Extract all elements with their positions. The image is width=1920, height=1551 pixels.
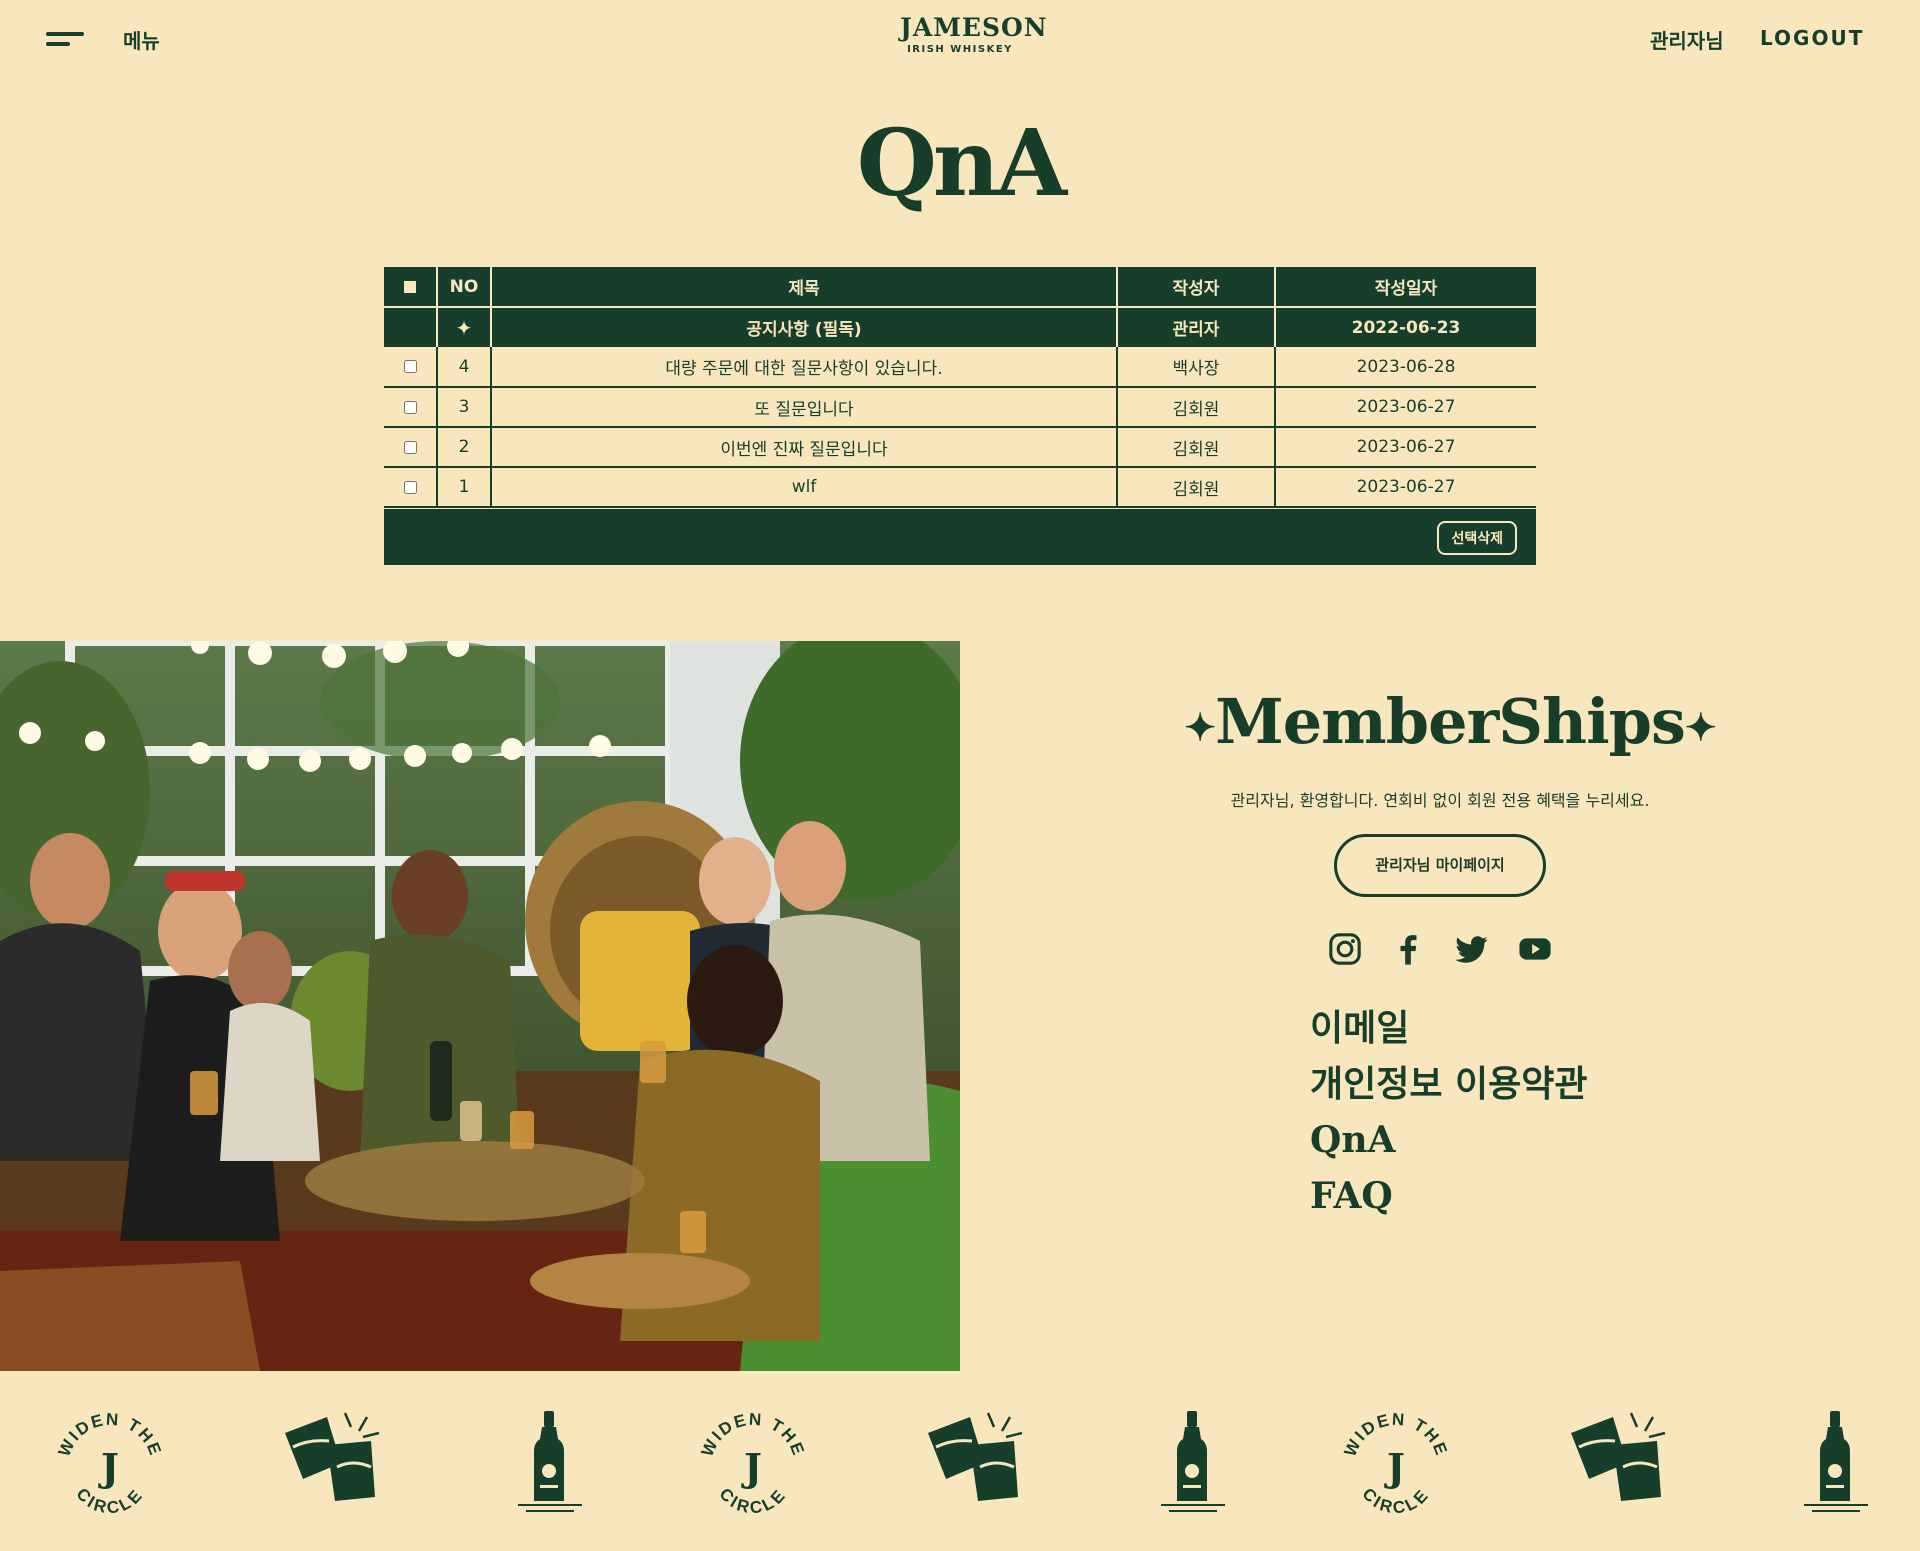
row-author: 백사장 xyxy=(1117,347,1276,388)
notice-author: 관리자 xyxy=(1117,307,1276,347)
footer-link-faq[interactable]: FAQ xyxy=(1310,1168,1588,1224)
sparkle-right-icon: ✦ xyxy=(1684,704,1717,750)
qna-table: NO 제목 작성자 작성일자 ✦ 공지사항 (필독) 관리자 2022-06-2… xyxy=(384,267,1536,508)
table-footer-bar: 선택삭제 xyxy=(384,509,1536,565)
select-all-checkbox[interactable] xyxy=(384,267,438,308)
row-author: 김회원 xyxy=(1117,467,1276,508)
logo-main-text: JAMESON xyxy=(900,13,1048,42)
hamburger-menu-icon[interactable] xyxy=(46,30,86,48)
row-checkbox[interactable] xyxy=(403,480,417,494)
footer-link-qna[interactable]: QnA xyxy=(1310,1112,1588,1168)
table-header-row: NO 제목 작성자 작성일자 xyxy=(384,267,1536,308)
memberships-title: ✦MemberShips✦ xyxy=(1180,685,1720,758)
badge-letter: J xyxy=(741,1445,762,1490)
badge-letter: J xyxy=(1384,1445,1405,1490)
notice-date: 2022-06-23 xyxy=(1275,307,1536,347)
row-date: 2023-06-27 xyxy=(1275,467,1536,508)
row-no: 2 xyxy=(437,427,492,468)
row-date: 2023-06-28 xyxy=(1275,347,1536,388)
page-title: QnA xyxy=(856,109,1067,217)
footer-links: 이메일 개인정보 이용약관 QnA FAQ xyxy=(1310,1000,1588,1224)
youtube-icon[interactable] xyxy=(1518,932,1552,966)
row-checkbox[interactable] xyxy=(403,360,417,373)
notice-row[interactable]: ✦ 공지사항 (필독) 관리자 2022-06-23 xyxy=(384,307,1536,347)
friends-gathering-photo xyxy=(0,641,960,1371)
sparkle-left-icon: ✦ xyxy=(1184,704,1216,750)
column-header-title: 제목 xyxy=(491,267,1118,308)
row-no: 1 xyxy=(437,467,492,508)
row-date: 2023-06-27 xyxy=(1275,427,1536,468)
row-title[interactable]: 이번엔 진짜 질문입니다 xyxy=(491,427,1118,468)
mypage-button[interactable]: 관리자님 마이페이지 xyxy=(1334,834,1546,897)
footer-link-email[interactable]: 이메일 xyxy=(1310,1000,1588,1056)
twitter-icon[interactable] xyxy=(1455,932,1489,966)
toasting-glasses-icon xyxy=(928,1412,1023,1501)
column-header-no: NO xyxy=(437,267,492,308)
notice-sparkle-icon: ✦ xyxy=(437,307,492,347)
memberships-title-text: MemberShips xyxy=(1215,685,1686,758)
toasting-glasses-icon xyxy=(285,1412,380,1501)
jameson-logo[interactable]: JAMESON IRISH WHISKEY xyxy=(900,13,1048,56)
top-header: 메뉴 JAMESON IRISH WHISKEY 관리자님 LOGOUT xyxy=(0,0,1920,76)
widen-the-circle-badge: WIDEN THE CIRCLE J xyxy=(697,1410,806,1515)
table-row[interactable]: 4 대량 주문에 대한 질문사항이 있습니다. 백사장 2023-06-28 xyxy=(384,347,1536,388)
badge-letter: J xyxy=(98,1445,119,1490)
table-row[interactable]: 2 이번엔 진짜 질문입니다 김회원 2023-06-27 xyxy=(384,427,1536,468)
delete-selected-button[interactable]: 선택삭제 xyxy=(1437,521,1517,555)
row-no: 4 xyxy=(437,347,492,388)
column-header-author: 작성자 xyxy=(1117,267,1276,308)
menu-label[interactable]: 메뉴 xyxy=(123,25,160,54)
column-header-date: 작성일자 xyxy=(1275,267,1536,308)
widen-the-circle-badge: WIDEN THE CIRCLE J xyxy=(1340,1410,1449,1515)
user-name-link[interactable]: 관리자님 xyxy=(1650,25,1724,54)
notice-title[interactable]: 공지사항 (필독) xyxy=(491,307,1118,347)
row-no: 3 xyxy=(437,387,492,428)
footer-link-privacy-terms[interactable]: 개인정보 이용약관 xyxy=(1310,1056,1588,1112)
facebook-icon[interactable] xyxy=(1391,932,1425,966)
row-author: 김회원 xyxy=(1117,387,1276,428)
whiskey-bottle-icon xyxy=(518,1411,582,1512)
row-checkbox[interactable] xyxy=(403,400,417,414)
row-checkbox[interactable] xyxy=(403,440,417,454)
instagram-icon[interactable] xyxy=(1328,932,1362,966)
widen-the-circle-badge: WIDEN THE CIRCLE J xyxy=(54,1410,163,1515)
whiskey-bottle-icon xyxy=(1161,1411,1225,1512)
row-title[interactable]: 또 질문입니다 xyxy=(491,387,1118,428)
table-row[interactable]: 3 또 질문입니다 김회원 2023-06-27 xyxy=(384,387,1536,428)
toasting-glasses-icon xyxy=(1571,1412,1666,1501)
logo-sub-text: IRISH WHISKEY xyxy=(907,44,1013,55)
welcome-message: 관리자님, 환영합니다. 연회비 없이 회원 전용 혜택을 누리세요. xyxy=(1230,791,1650,810)
row-date: 2023-06-27 xyxy=(1275,387,1536,428)
notice-empty-cell xyxy=(384,307,438,347)
row-title[interactable]: 대량 주문에 대한 질문사항이 있습니다. xyxy=(491,347,1118,388)
whiskey-bottle-icon xyxy=(1804,1411,1868,1512)
row-author: 김회원 xyxy=(1117,427,1276,468)
logout-button[interactable]: LOGOUT xyxy=(1760,26,1864,50)
row-title[interactable]: wlf xyxy=(491,467,1118,508)
table-row[interactable]: 1 wlf 김회원 2023-06-27 xyxy=(384,467,1536,508)
